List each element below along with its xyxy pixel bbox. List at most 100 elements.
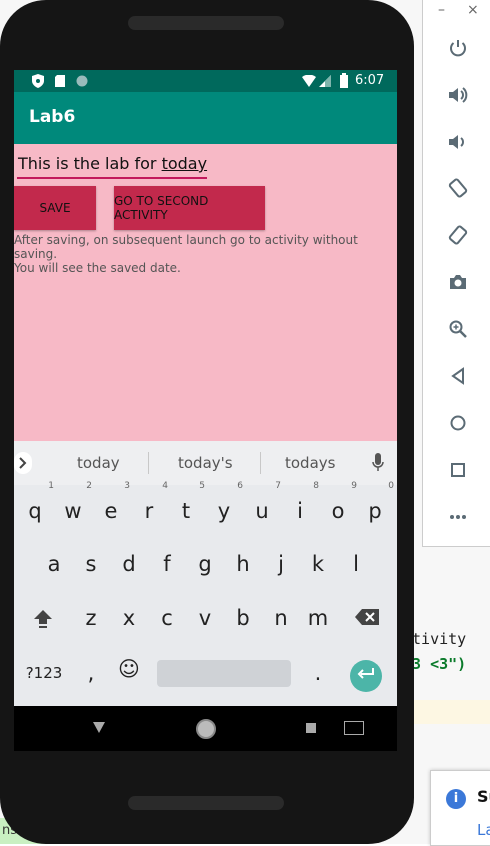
key-r[interactable]: r4 bbox=[134, 481, 168, 533]
shift-key[interactable] bbox=[28, 596, 58, 640]
key-label: e bbox=[104, 499, 118, 523]
wifi-icon bbox=[302, 75, 316, 87]
notification-link[interactable]: La bbox=[477, 821, 490, 839]
power-icon[interactable] bbox=[443, 33, 473, 63]
key-hint: 1 bbox=[48, 481, 54, 491]
key-k[interactable]: k bbox=[303, 542, 333, 586]
key-label: i bbox=[297, 499, 303, 523]
symbols-key[interactable]: ?123 bbox=[22, 651, 66, 695]
key-hint: 7 bbox=[275, 481, 281, 491]
hint-text: After saving, on subsequent launch go to… bbox=[14, 233, 397, 275]
key-hint: 3 bbox=[124, 481, 130, 491]
key-b[interactable]: b bbox=[228, 596, 258, 640]
key-label: w bbox=[64, 499, 82, 523]
edit-text-prefix: This is the lab for bbox=[18, 154, 162, 173]
suggestion-strip: today today's todays bbox=[14, 441, 397, 485]
nav-recents-icon[interactable] bbox=[306, 723, 316, 733]
key-h[interactable]: h bbox=[228, 542, 258, 586]
expand-arrow-icon[interactable] bbox=[14, 452, 34, 474]
key-l[interactable]: l bbox=[341, 542, 371, 586]
minimize-button[interactable]: – bbox=[438, 2, 445, 18]
top-speaker bbox=[128, 16, 284, 30]
enter-key[interactable] bbox=[350, 660, 382, 692]
key-hint: 4 bbox=[162, 481, 168, 491]
backspace-key[interactable] bbox=[352, 596, 382, 640]
key-d[interactable]: d bbox=[114, 542, 144, 586]
save-button[interactable]: SAVE bbox=[14, 186, 96, 230]
battery-icon bbox=[340, 73, 348, 88]
space-bar[interactable] bbox=[157, 660, 291, 687]
key-hint: 2 bbox=[86, 481, 92, 491]
comma-key[interactable]: , bbox=[76, 651, 106, 695]
key-y[interactable]: y6 bbox=[209, 481, 243, 533]
key-label: u bbox=[255, 499, 269, 523]
key-hint: 8 bbox=[313, 481, 319, 491]
phone-frame: 6:07 Lab6 This is the lab for today SAVE… bbox=[0, 0, 414, 844]
app-title: Lab6 bbox=[29, 107, 76, 127]
period-key[interactable]: . bbox=[303, 651, 333, 695]
key-u[interactable]: u7 bbox=[247, 481, 281, 533]
key-t[interactable]: t5 bbox=[171, 481, 205, 533]
nav-home-icon[interactable] bbox=[196, 719, 216, 739]
sd-card-icon bbox=[55, 75, 65, 87]
microphone-icon[interactable] bbox=[372, 453, 384, 473]
emulator-toolbar: – × bbox=[422, 0, 490, 547]
volume-up-icon[interactable] bbox=[443, 80, 473, 110]
rotate-right-icon[interactable] bbox=[443, 220, 473, 250]
close-button[interactable]: × bbox=[467, 2, 479, 18]
more-icon[interactable] bbox=[443, 502, 473, 532]
status-time: 6:07 bbox=[355, 73, 385, 88]
keyboard-switch-icon[interactable] bbox=[344, 721, 364, 735]
hint-line-1: After saving, on subsequent launch go to… bbox=[14, 233, 358, 261]
suggestion-2[interactable]: today's bbox=[178, 454, 233, 472]
nav-back-icon[interactable] bbox=[93, 722, 105, 733]
key-x[interactable]: x bbox=[114, 596, 144, 640]
shift-icon bbox=[34, 610, 52, 628]
key-g[interactable]: g bbox=[190, 542, 220, 586]
key-z[interactable]: z bbox=[76, 596, 106, 640]
key-e[interactable]: e3 bbox=[96, 481, 130, 533]
zoom-icon[interactable] bbox=[443, 314, 473, 344]
key-hint: 5 bbox=[199, 481, 205, 491]
key-label: t bbox=[181, 499, 191, 523]
key-c[interactable]: c bbox=[152, 596, 182, 640]
second-activity-button[interactable]: GO TO SECOND ACTIVITY bbox=[114, 186, 265, 230]
bottom-speaker bbox=[128, 796, 284, 810]
emoji-key[interactable]: ☺ bbox=[114, 647, 144, 691]
key-label: y bbox=[217, 499, 231, 523]
suggestion-divider bbox=[148, 452, 149, 474]
sync-icon bbox=[76, 75, 88, 87]
key-m[interactable]: m bbox=[303, 596, 333, 640]
key-v[interactable]: v bbox=[190, 596, 220, 640]
edit-text-underlined-word: today bbox=[161, 154, 208, 173]
key-label: p bbox=[368, 499, 382, 523]
emoji-icon: ☺ bbox=[118, 657, 140, 681]
key-n[interactable]: n bbox=[266, 596, 296, 640]
key-w[interactable]: w2 bbox=[58, 481, 92, 533]
date-edit-text[interactable]: This is the lab for today bbox=[17, 154, 208, 179]
key-s[interactable]: s bbox=[76, 542, 106, 586]
signal-icon bbox=[319, 75, 331, 87]
key-j[interactable]: j bbox=[266, 542, 296, 586]
overview-icon[interactable] bbox=[443, 455, 473, 485]
key-o[interactable]: o9 bbox=[323, 481, 357, 533]
camera-icon[interactable] bbox=[443, 267, 473, 297]
key-q[interactable]: q1 bbox=[20, 481, 54, 533]
suggestion-3[interactable]: todays bbox=[285, 454, 335, 472]
key-hint: 9 bbox=[351, 481, 357, 491]
home-icon[interactable] bbox=[443, 408, 473, 438]
hint-line-2: You will see the saved date. bbox=[14, 261, 181, 275]
key-i[interactable]: i8 bbox=[285, 481, 319, 533]
volume-down-icon[interactable] bbox=[443, 127, 473, 157]
soft-keyboard: today today's todays q1 w2 e3 r4 t5 y6 u… bbox=[14, 441, 397, 706]
key-f[interactable]: f bbox=[152, 542, 182, 586]
suggestion-1[interactable]: today bbox=[77, 454, 120, 472]
key-p[interactable]: p0 bbox=[360, 481, 394, 533]
rotate-left-icon[interactable] bbox=[443, 173, 473, 203]
key-label: q bbox=[28, 499, 42, 523]
notification-popup[interactable]: i Su La bbox=[430, 770, 490, 846]
key-label: r bbox=[144, 499, 154, 523]
phone-screen: 6:07 Lab6 This is the lab for today SAVE… bbox=[14, 70, 397, 751]
key-a[interactable]: a bbox=[39, 542, 69, 586]
back-icon[interactable] bbox=[443, 361, 473, 391]
